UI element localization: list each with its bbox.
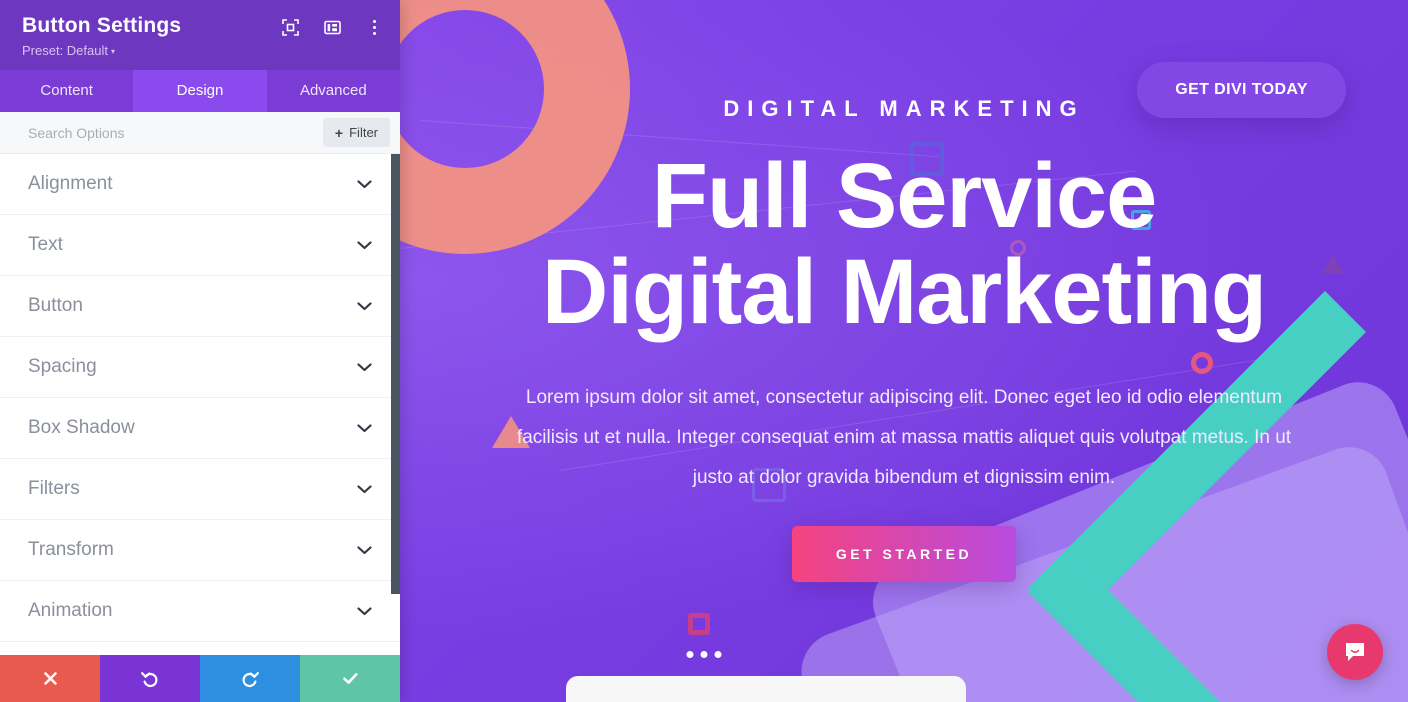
vertical-dots: [372, 19, 376, 35]
chevron-down-icon[interactable]: [357, 240, 372, 250]
panel-layout-icon[interactable]: [322, 17, 342, 37]
chevron-down-icon[interactable]: [357, 606, 372, 616]
option-row-spacing[interactable]: Spacing: [0, 337, 400, 398]
option-row-text[interactable]: Text: [0, 215, 400, 276]
redo-button[interactable]: [200, 655, 300, 702]
focus-target-icon[interactable]: [280, 17, 300, 37]
chevron-down-icon[interactable]: [357, 179, 372, 189]
hero-title: Full Service Digital Marketing: [400, 148, 1408, 340]
panel-tabs: Content Design Advanced: [0, 70, 400, 112]
dot: [714, 651, 722, 658]
hero-title-line-1: Full Service: [651, 145, 1157, 247]
get-started-button[interactable]: GET STARTED: [791, 526, 1017, 582]
redo-icon: [242, 671, 259, 687]
option-row-box-shadow[interactable]: Box Shadow: [0, 398, 400, 459]
option-label: Spacing: [28, 356, 97, 377]
chevron-down-icon: ▾: [111, 47, 116, 57]
search-bar: + Filter: [0, 112, 400, 154]
option-row-filters[interactable]: Filters: [0, 459, 400, 520]
more-options-icon[interactable]: [364, 17, 384, 37]
get-divi-today-button[interactable]: GET DIVI TODAY: [1137, 62, 1346, 118]
hero-paragraph: Lorem ipsum dolor sit amet, consectetur …: [516, 387, 1292, 488]
option-label: Animation: [28, 600, 113, 621]
checkmark-icon: [342, 673, 357, 684]
bottom-white-card: [566, 676, 966, 702]
chevron-down-icon[interactable]: [357, 423, 372, 433]
undo-icon: [141, 671, 158, 687]
filter-label: Filter: [349, 125, 378, 140]
options-list: Alignment Text Button Spacing Box Shadow…: [0, 154, 400, 655]
dot: [700, 651, 708, 658]
option-row-animation[interactable]: Animation: [0, 581, 400, 642]
search-input[interactable]: [28, 124, 323, 141]
save-button[interactable]: [300, 655, 400, 702]
option-label: Text: [28, 234, 63, 255]
app-root: DIGITAL MARKETING Full Service Digital M…: [0, 0, 1408, 702]
chevron-down-icon[interactable]: [357, 545, 372, 555]
chevron-down-icon[interactable]: [357, 301, 372, 311]
preset-label: Preset: Default: [22, 43, 108, 58]
tab-advanced[interactable]: Advanced: [267, 70, 400, 112]
dot: [372, 25, 376, 29]
undo-button[interactable]: [100, 655, 200, 702]
option-label: Alignment: [28, 173, 113, 194]
panel-scrollbar[interactable]: [391, 154, 400, 594]
button-settings-panel: Button Settings Preset: Default ▾ Conten…: [0, 0, 400, 702]
filter-button[interactable]: + Filter: [322, 118, 390, 147]
dot: [372, 19, 376, 23]
chat-bubble-icon: [1346, 643, 1364, 661]
close-icon: [43, 672, 57, 685]
option-row-button[interactable]: Button: [0, 276, 400, 337]
cancel-button[interactable]: [0, 655, 100, 702]
tab-content[interactable]: Content: [0, 70, 133, 112]
dot: [372, 31, 376, 35]
option-label: Box Shadow: [28, 417, 135, 438]
option-label: Button: [28, 295, 83, 316]
option-row-transform[interactable]: Transform: [0, 520, 400, 581]
panel-action-bar: [0, 655, 400, 702]
tab-design[interactable]: Design: [133, 70, 267, 112]
panel-header: Button Settings Preset: Default ▾: [0, 0, 400, 70]
intercom-chat-button[interactable]: [1327, 624, 1383, 680]
option-label: Transform: [28, 539, 114, 560]
option-label: Filters: [28, 478, 80, 499]
dot: [686, 651, 694, 658]
chevron-down-icon[interactable]: [357, 484, 372, 494]
hero-title-line-2: Digital Marketing: [541, 241, 1267, 343]
chevron-down-icon[interactable]: [357, 362, 372, 372]
panel-header-icons: [280, 17, 384, 37]
option-row-alignment[interactable]: Alignment: [0, 154, 400, 215]
plus-icon: +: [334, 124, 344, 141]
preset-selector[interactable]: Preset: Default ▾: [22, 43, 382, 58]
hero-dots-menu[interactable]: [677, 643, 732, 666]
